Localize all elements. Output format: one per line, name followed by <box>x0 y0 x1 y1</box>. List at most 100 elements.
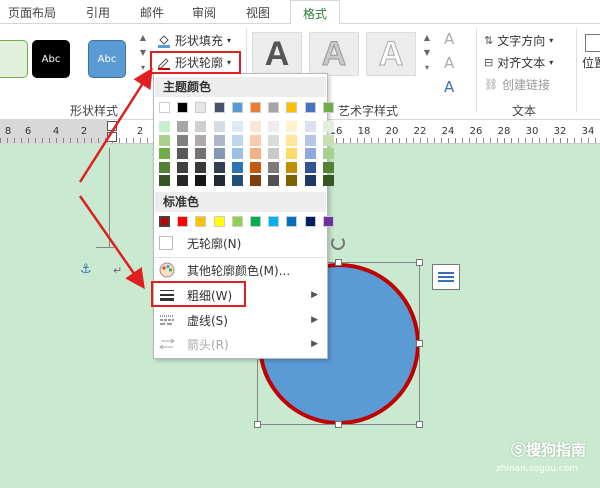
theme-shade-swatch[interactable] <box>286 134 298 146</box>
standard-color-swatch[interactable] <box>268 216 280 227</box>
theme-color-swatch[interactable] <box>159 102 170 113</box>
theme-shade-swatch[interactable] <box>195 121 207 132</box>
standard-color-swatch[interactable] <box>304 216 316 227</box>
standard-color-swatch[interactable] <box>195 216 207 227</box>
create-link-button[interactable]: ⛓ 创建链接 <box>484 76 550 93</box>
theme-shade-swatch[interactable] <box>177 134 189 146</box>
resize-handle[interactable] <box>416 340 423 347</box>
position-button[interactable]: 位置 <box>582 34 600 71</box>
theme-shade-swatch[interactable] <box>213 161 225 173</box>
tab-format[interactable]: 格式 <box>290 0 341 25</box>
resize-handle[interactable] <box>254 421 261 428</box>
standard-color-swatch[interactable] <box>250 216 261 227</box>
theme-shade-swatch[interactable] <box>231 134 243 146</box>
theme-shade-swatch[interactable] <box>304 161 316 173</box>
theme-shade-swatch[interactable] <box>213 121 225 132</box>
theme-shade-swatch[interactable] <box>195 134 207 146</box>
theme-shade-swatch[interactable] <box>268 148 280 159</box>
theme-shade-swatch[interactable] <box>268 134 280 146</box>
theme-shade-swatch[interactable] <box>213 134 225 146</box>
tab-page-layout[interactable]: 页面布局 <box>8 4 56 21</box>
standard-color-swatch[interactable] <box>177 216 189 227</box>
theme-color-swatch[interactable] <box>195 102 207 113</box>
theme-shade-swatch[interactable] <box>286 121 298 132</box>
theme-shade-swatch[interactable] <box>177 121 189 132</box>
theme-shade-swatch[interactable] <box>159 121 170 132</box>
theme-shade-swatch[interactable] <box>250 175 261 186</box>
theme-shade-swatch[interactable] <box>231 148 243 159</box>
standard-color-swatch[interactable] <box>231 216 243 227</box>
wordart-style-2[interactable]: A <box>309 32 359 76</box>
theme-shade-swatch[interactable] <box>250 161 261 173</box>
arrows-item[interactable]: 箭头(R) ▶ <box>155 333 326 355</box>
theme-shade-swatch[interactable] <box>268 161 280 173</box>
theme-shade-swatch[interactable] <box>286 161 298 173</box>
text-outline-button[interactable]: A <box>444 54 454 72</box>
resize-handle[interactable] <box>416 421 423 428</box>
shape-style-swatch[interactable] <box>0 40 28 78</box>
standard-color-swatch[interactable] <box>213 216 225 227</box>
resize-handle[interactable] <box>416 259 423 266</box>
theme-color-swatch[interactable] <box>286 102 298 113</box>
theme-shade-swatch[interactable] <box>195 175 207 186</box>
theme-color-swatch[interactable] <box>268 102 280 113</box>
theme-color-swatch[interactable] <box>304 102 316 113</box>
rotate-handle-icon[interactable] <box>331 236 345 250</box>
theme-shade-swatch[interactable] <box>322 121 334 132</box>
tab-references[interactable]: 引用 <box>86 4 110 21</box>
standard-color-swatch[interactable] <box>286 216 298 227</box>
more-outline-colors-item[interactable]: 其他轮廓颜色(M)... <box>155 259 326 281</box>
theme-shade-swatch[interactable] <box>304 148 316 159</box>
theme-shade-swatch[interactable] <box>159 148 170 159</box>
align-text-button[interactable]: ⊟ 对齐文本 ▾ <box>484 54 553 71</box>
ruler-indent-marker-lower[interactable] <box>107 132 117 142</box>
text-direction-button[interactable]: ⇅ 文字方向 ▾ <box>484 32 553 49</box>
theme-shade-swatch[interactable] <box>250 134 261 146</box>
dashes-item[interactable]: 虚线(S) ▶ <box>155 309 326 331</box>
theme-shade-swatch[interactable] <box>159 134 170 146</box>
theme-shade-swatch[interactable] <box>159 161 170 173</box>
tab-mailings[interactable]: 邮件 <box>140 4 164 21</box>
theme-color-swatch[interactable] <box>322 102 334 113</box>
theme-shade-swatch[interactable] <box>268 175 280 186</box>
wordart-style-3[interactable]: A <box>366 32 416 76</box>
theme-shade-swatch[interactable] <box>231 161 243 173</box>
shape-fill-button[interactable]: 形状填充 ▾ <box>157 32 231 49</box>
theme-shade-swatch[interactable] <box>231 121 243 132</box>
theme-shade-swatch[interactable] <box>177 148 189 159</box>
theme-shade-swatch[interactable] <box>213 175 225 186</box>
shape-style-swatch-black[interactable]: Abc <box>32 40 70 78</box>
ruler-indent-marker[interactable] <box>107 121 117 131</box>
theme-shade-swatch[interactable] <box>304 175 316 186</box>
theme-color-swatch[interactable] <box>231 102 243 113</box>
theme-shade-swatch[interactable] <box>177 161 189 173</box>
theme-shade-swatch[interactable] <box>304 134 316 146</box>
theme-shade-swatch[interactable] <box>286 148 298 159</box>
resize-handle[interactable] <box>335 259 342 266</box>
theme-shade-swatch[interactable] <box>231 175 243 186</box>
tab-view[interactable]: 视图 <box>246 4 270 21</box>
theme-shade-swatch[interactable] <box>250 121 261 132</box>
theme-color-swatch[interactable] <box>250 102 261 113</box>
theme-shade-swatch[interactable] <box>322 175 334 186</box>
theme-shade-swatch[interactable] <box>322 148 334 159</box>
shape-style-swatch-blue[interactable]: Abc <box>88 40 126 78</box>
theme-color-swatch[interactable] <box>213 102 225 113</box>
text-effects-button[interactable]: A <box>444 78 454 96</box>
tab-review[interactable]: 审阅 <box>192 4 216 21</box>
theme-shade-swatch[interactable] <box>195 161 207 173</box>
resize-handle[interactable] <box>335 421 342 428</box>
theme-shade-swatch[interactable] <box>304 121 316 132</box>
text-fill-button[interactable]: A <box>444 30 454 48</box>
theme-shade-swatch[interactable] <box>268 121 280 132</box>
standard-color-swatch[interactable] <box>159 216 170 227</box>
standard-color-swatch[interactable] <box>322 216 334 227</box>
layout-options-button[interactable] <box>432 264 460 290</box>
theme-shade-swatch[interactable] <box>286 175 298 186</box>
theme-shade-swatch[interactable] <box>195 148 207 159</box>
wordart-scroll[interactable]: ▲ ▼ ▾ <box>422 30 432 75</box>
theme-shade-swatch[interactable] <box>159 175 170 186</box>
theme-shade-swatch[interactable] <box>250 148 261 159</box>
theme-shade-swatch[interactable] <box>213 148 225 159</box>
theme-color-swatch[interactable] <box>177 102 189 113</box>
